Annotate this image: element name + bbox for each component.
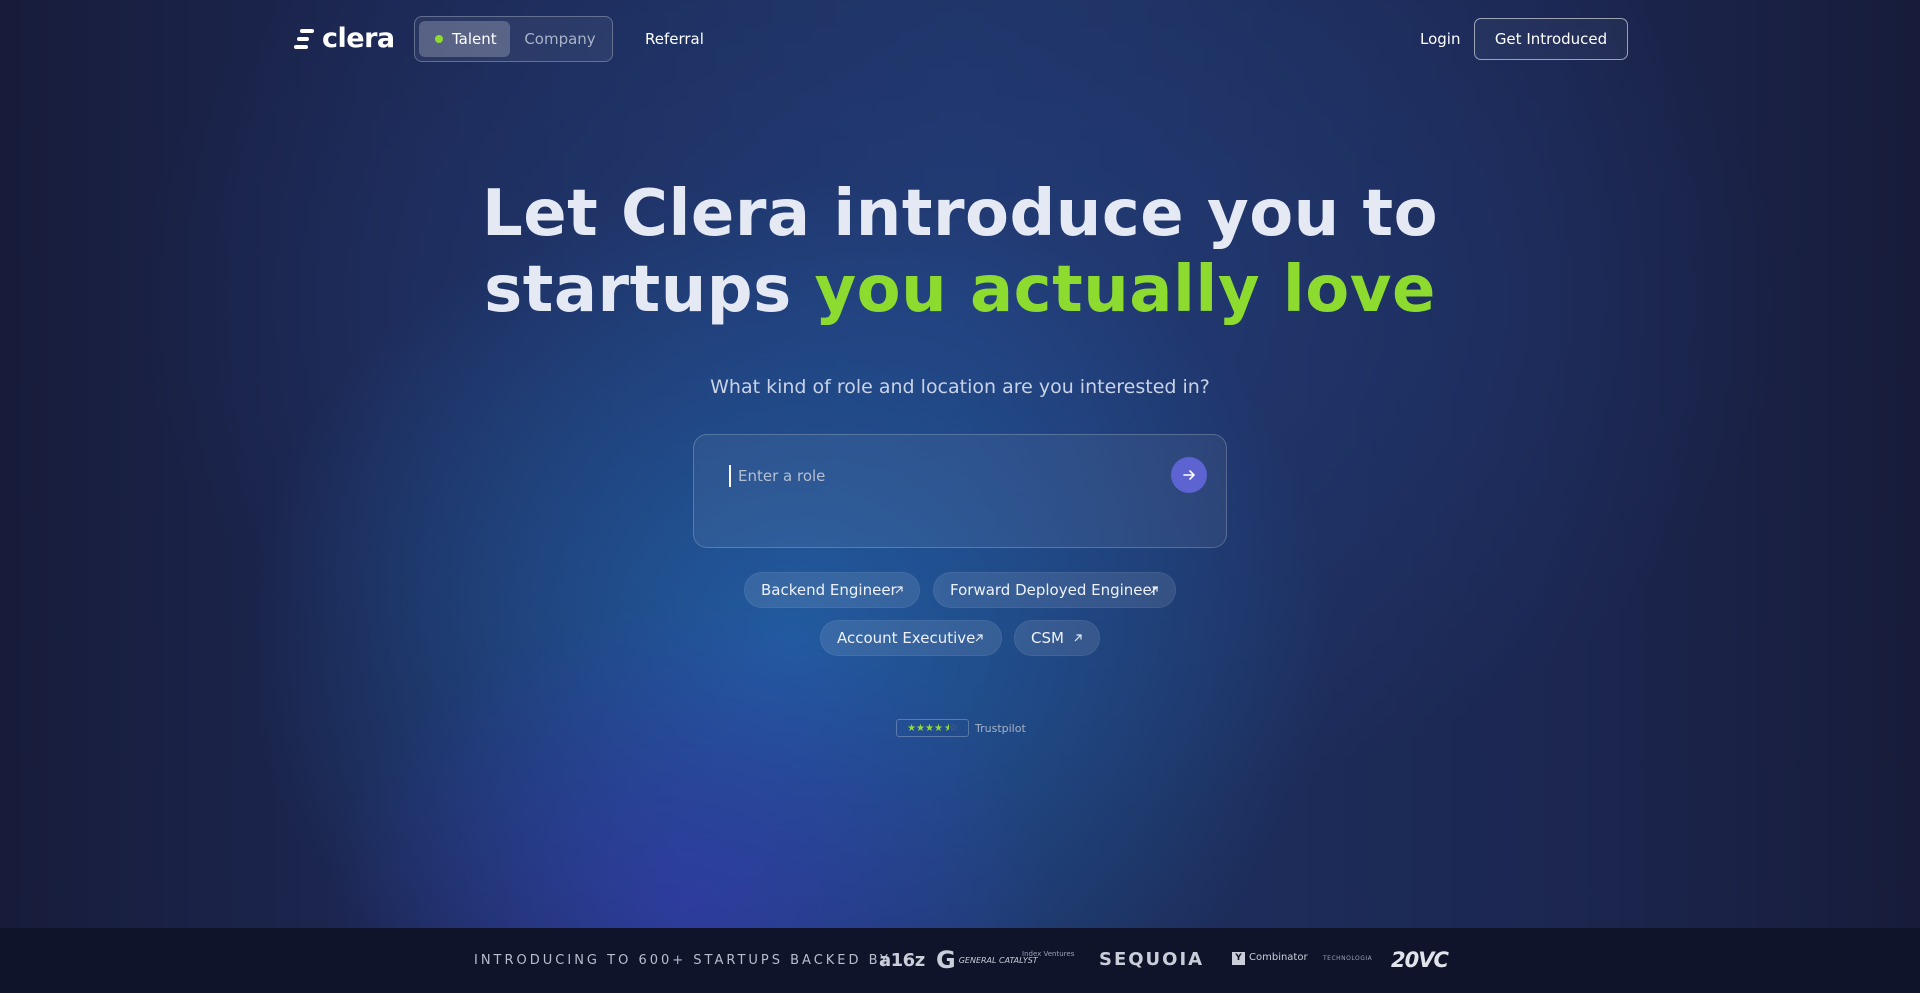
a16z-logo: a16z bbox=[879, 950, 925, 971]
trustpilot-rating[interactable]: ★★★★ ★ ☆ Trustpilot bbox=[896, 719, 1026, 737]
login-link[interactable]: Login bbox=[1420, 28, 1460, 50]
role-search-box bbox=[693, 434, 1227, 548]
arrow-up-right-icon bbox=[1074, 634, 1082, 642]
chip-label: CSM bbox=[1031, 629, 1064, 647]
toggle-talent[interactable]: Talent bbox=[419, 21, 510, 57]
rating-stars-icon: ★★★★ ★ ☆ bbox=[896, 719, 969, 737]
chip-label: Account Executive bbox=[837, 629, 976, 647]
toggle-company[interactable]: Company bbox=[512, 21, 608, 57]
20vc-logo: 20VC bbox=[1391, 948, 1449, 972]
nav-referral-link[interactable]: Referral bbox=[645, 28, 704, 50]
headline-line-1: Let Clera introduce you to bbox=[481, 177, 1439, 251]
role-search-input[interactable] bbox=[738, 463, 1138, 489]
backers-strip: INTRODUCING TO 600+ STARTUPS BACKED BY a… bbox=[0, 928, 1920, 993]
y-combinator-logo: Y Combinator bbox=[1232, 951, 1308, 965]
toggle-talent-label: Talent bbox=[452, 30, 497, 48]
arrow-right-icon bbox=[1183, 470, 1195, 480]
hero-subheading: What kind of role and location are you i… bbox=[710, 376, 1210, 398]
arrow-up-right-icon bbox=[895, 586, 903, 594]
logo-wordmark: clera bbox=[322, 23, 395, 54]
active-dot-icon bbox=[435, 35, 443, 43]
arrow-up-right-icon bbox=[1150, 586, 1158, 594]
top-nav: clera Talent Company Referral Login Get … bbox=[0, 0, 1920, 78]
arrow-up-right-icon bbox=[975, 634, 983, 642]
chip-label: Backend Engineer bbox=[761, 581, 897, 599]
audience-toggle: Talent Company bbox=[414, 16, 613, 62]
suggestion-chip-forward-deployed-engineer[interactable]: Forward Deployed Engineer bbox=[933, 572, 1176, 608]
headline-plain: startups bbox=[484, 253, 792, 327]
suggestion-chip-backend-engineer[interactable]: Backend Engineer bbox=[744, 572, 920, 608]
chip-label: Forward Deployed Engineer bbox=[950, 581, 1158, 599]
search-submit-button[interactable] bbox=[1171, 457, 1207, 493]
suggestion-chip-account-executive[interactable]: Account Executive bbox=[820, 620, 1002, 656]
technologia-logo: TECHNOLOGIA bbox=[1323, 955, 1373, 962]
sequoia-logo: SEQUOIA bbox=[1099, 949, 1205, 970]
trustpilot-label: Trustpilot bbox=[975, 721, 1026, 735]
text-caret bbox=[729, 465, 731, 487]
headline-line-2: startups you actually love bbox=[0, 252, 1920, 328]
backers-label: INTRODUCING TO 600+ STARTUPS BACKED BY bbox=[474, 953, 891, 968]
headline-accent: you actually love bbox=[814, 253, 1436, 327]
clera-logo[interactable]: clera bbox=[294, 24, 395, 54]
suggestion-chip-csm[interactable]: CSM bbox=[1014, 620, 1100, 656]
clera-logo-icon bbox=[294, 27, 316, 51]
get-introduced-button[interactable]: Get Introduced bbox=[1474, 18, 1628, 60]
index-ventures-logo: Index Ventures bbox=[1022, 950, 1075, 958]
